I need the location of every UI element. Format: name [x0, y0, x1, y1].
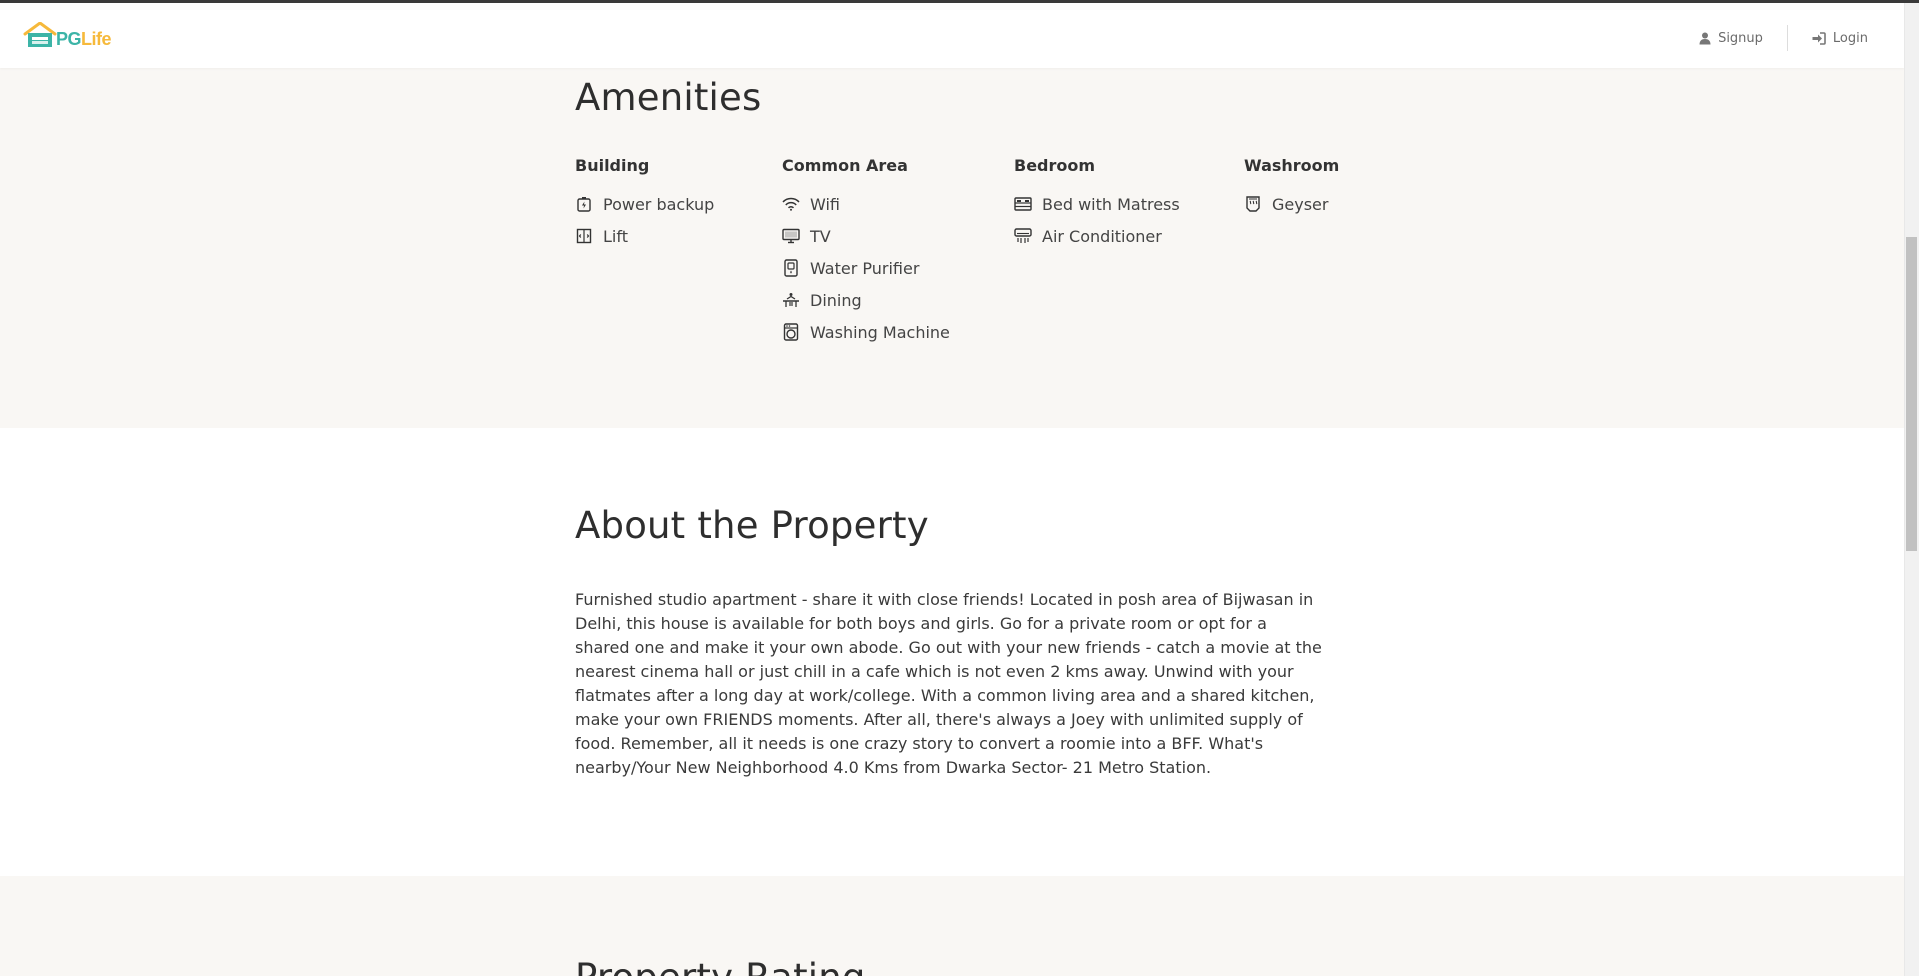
geyser-icon	[1244, 195, 1262, 213]
amenity-group-heading: Washroom	[1244, 156, 1340, 175]
dining-icon	[782, 291, 800, 309]
lift-icon	[575, 227, 593, 245]
amenity-label: TV	[810, 226, 831, 246]
power-backup-icon	[575, 195, 593, 213]
amenity-label: Geyser	[1272, 194, 1329, 214]
amenity-label: Lift	[603, 226, 628, 246]
amenity-label: Air Conditioner	[1042, 226, 1162, 246]
sign-in-icon	[1812, 31, 1826, 45]
amenity-item: Air Conditioner	[1014, 220, 1180, 252]
amenity-label: Washing Machine	[810, 322, 950, 342]
amenities-title: Amenities	[575, 76, 762, 119]
logo-life: Life	[81, 29, 112, 49]
amenity-item: Lift	[575, 220, 714, 252]
amenity-label: Water Purifier	[810, 258, 920, 278]
tv-icon	[782, 227, 800, 245]
amenity-item: Dining	[782, 284, 950, 316]
air-conditioner-icon	[1014, 227, 1032, 245]
scrollbar-thumb[interactable]	[1906, 237, 1917, 551]
bed-icon	[1014, 195, 1032, 213]
amenity-group-building: Building Power backup Lift	[575, 156, 714, 258]
amenity-group-common-area: Common Area Wifi TV Water Purifier Dinin…	[782, 156, 950, 354]
washing-machine-icon	[782, 323, 800, 341]
amenity-label: Bed with Matress	[1042, 194, 1180, 214]
amenity-item: Water Purifier	[782, 252, 950, 284]
amenity-group-washroom: Washroom Geyser	[1244, 156, 1339, 226]
window-top-border	[0, 0, 1919, 3]
amenity-item: Washing Machine	[782, 316, 950, 348]
amenity-label: Power backup	[603, 194, 715, 214]
rating-title: Property Rating	[575, 956, 866, 976]
logo-text: PGLife	[56, 29, 112, 49]
amenity-item: Bed with Matress	[1014, 188, 1180, 220]
amenities-section: Amenities Building Power backup Lift Com…	[0, 68, 1904, 428]
amenity-group-bedroom: Bedroom Bed with Matress Air Conditioner	[1014, 156, 1180, 258]
amenity-item: TV	[782, 220, 950, 252]
logo-pg: PG	[56, 29, 82, 49]
about-property-section: About the Property Furnished studio apar…	[0, 428, 1904, 876]
user-icon	[1699, 32, 1711, 44]
page-scrollbar[interactable]	[1904, 3, 1919, 976]
amenity-group-heading: Building	[575, 156, 650, 175]
amenity-item: Geyser	[1244, 188, 1339, 220]
login-link[interactable]: Login	[1812, 31, 1868, 46]
nav-actions: Signup Login	[1699, 25, 1868, 51]
amenity-label: Dining	[810, 290, 862, 310]
login-label: Login	[1832, 30, 1868, 46]
amenity-item: Power backup	[575, 188, 714, 220]
house-logo-icon	[23, 22, 57, 47]
signup-link[interactable]: Signup	[1699, 31, 1763, 46]
property-rating-section: Property Rating	[0, 876, 1904, 976]
amenity-group-heading: Bedroom	[1014, 156, 1096, 175]
nav-divider	[1786, 25, 1788, 51]
pglife-logo[interactable]: PGLife	[23, 22, 112, 49]
water-purifier-icon	[782, 259, 800, 277]
wifi-icon	[782, 195, 800, 213]
navbar: PGLife Signup Login	[0, 3, 1904, 68]
about-title: About the Property	[575, 504, 929, 547]
signup-label: Signup	[1718, 30, 1763, 46]
amenity-group-heading: Common Area	[782, 156, 908, 175]
about-description: Furnished studio apartment - share it wi…	[575, 590, 1322, 777]
amenity-item: Wifi	[782, 188, 950, 220]
amenity-label: Wifi	[810, 194, 840, 214]
